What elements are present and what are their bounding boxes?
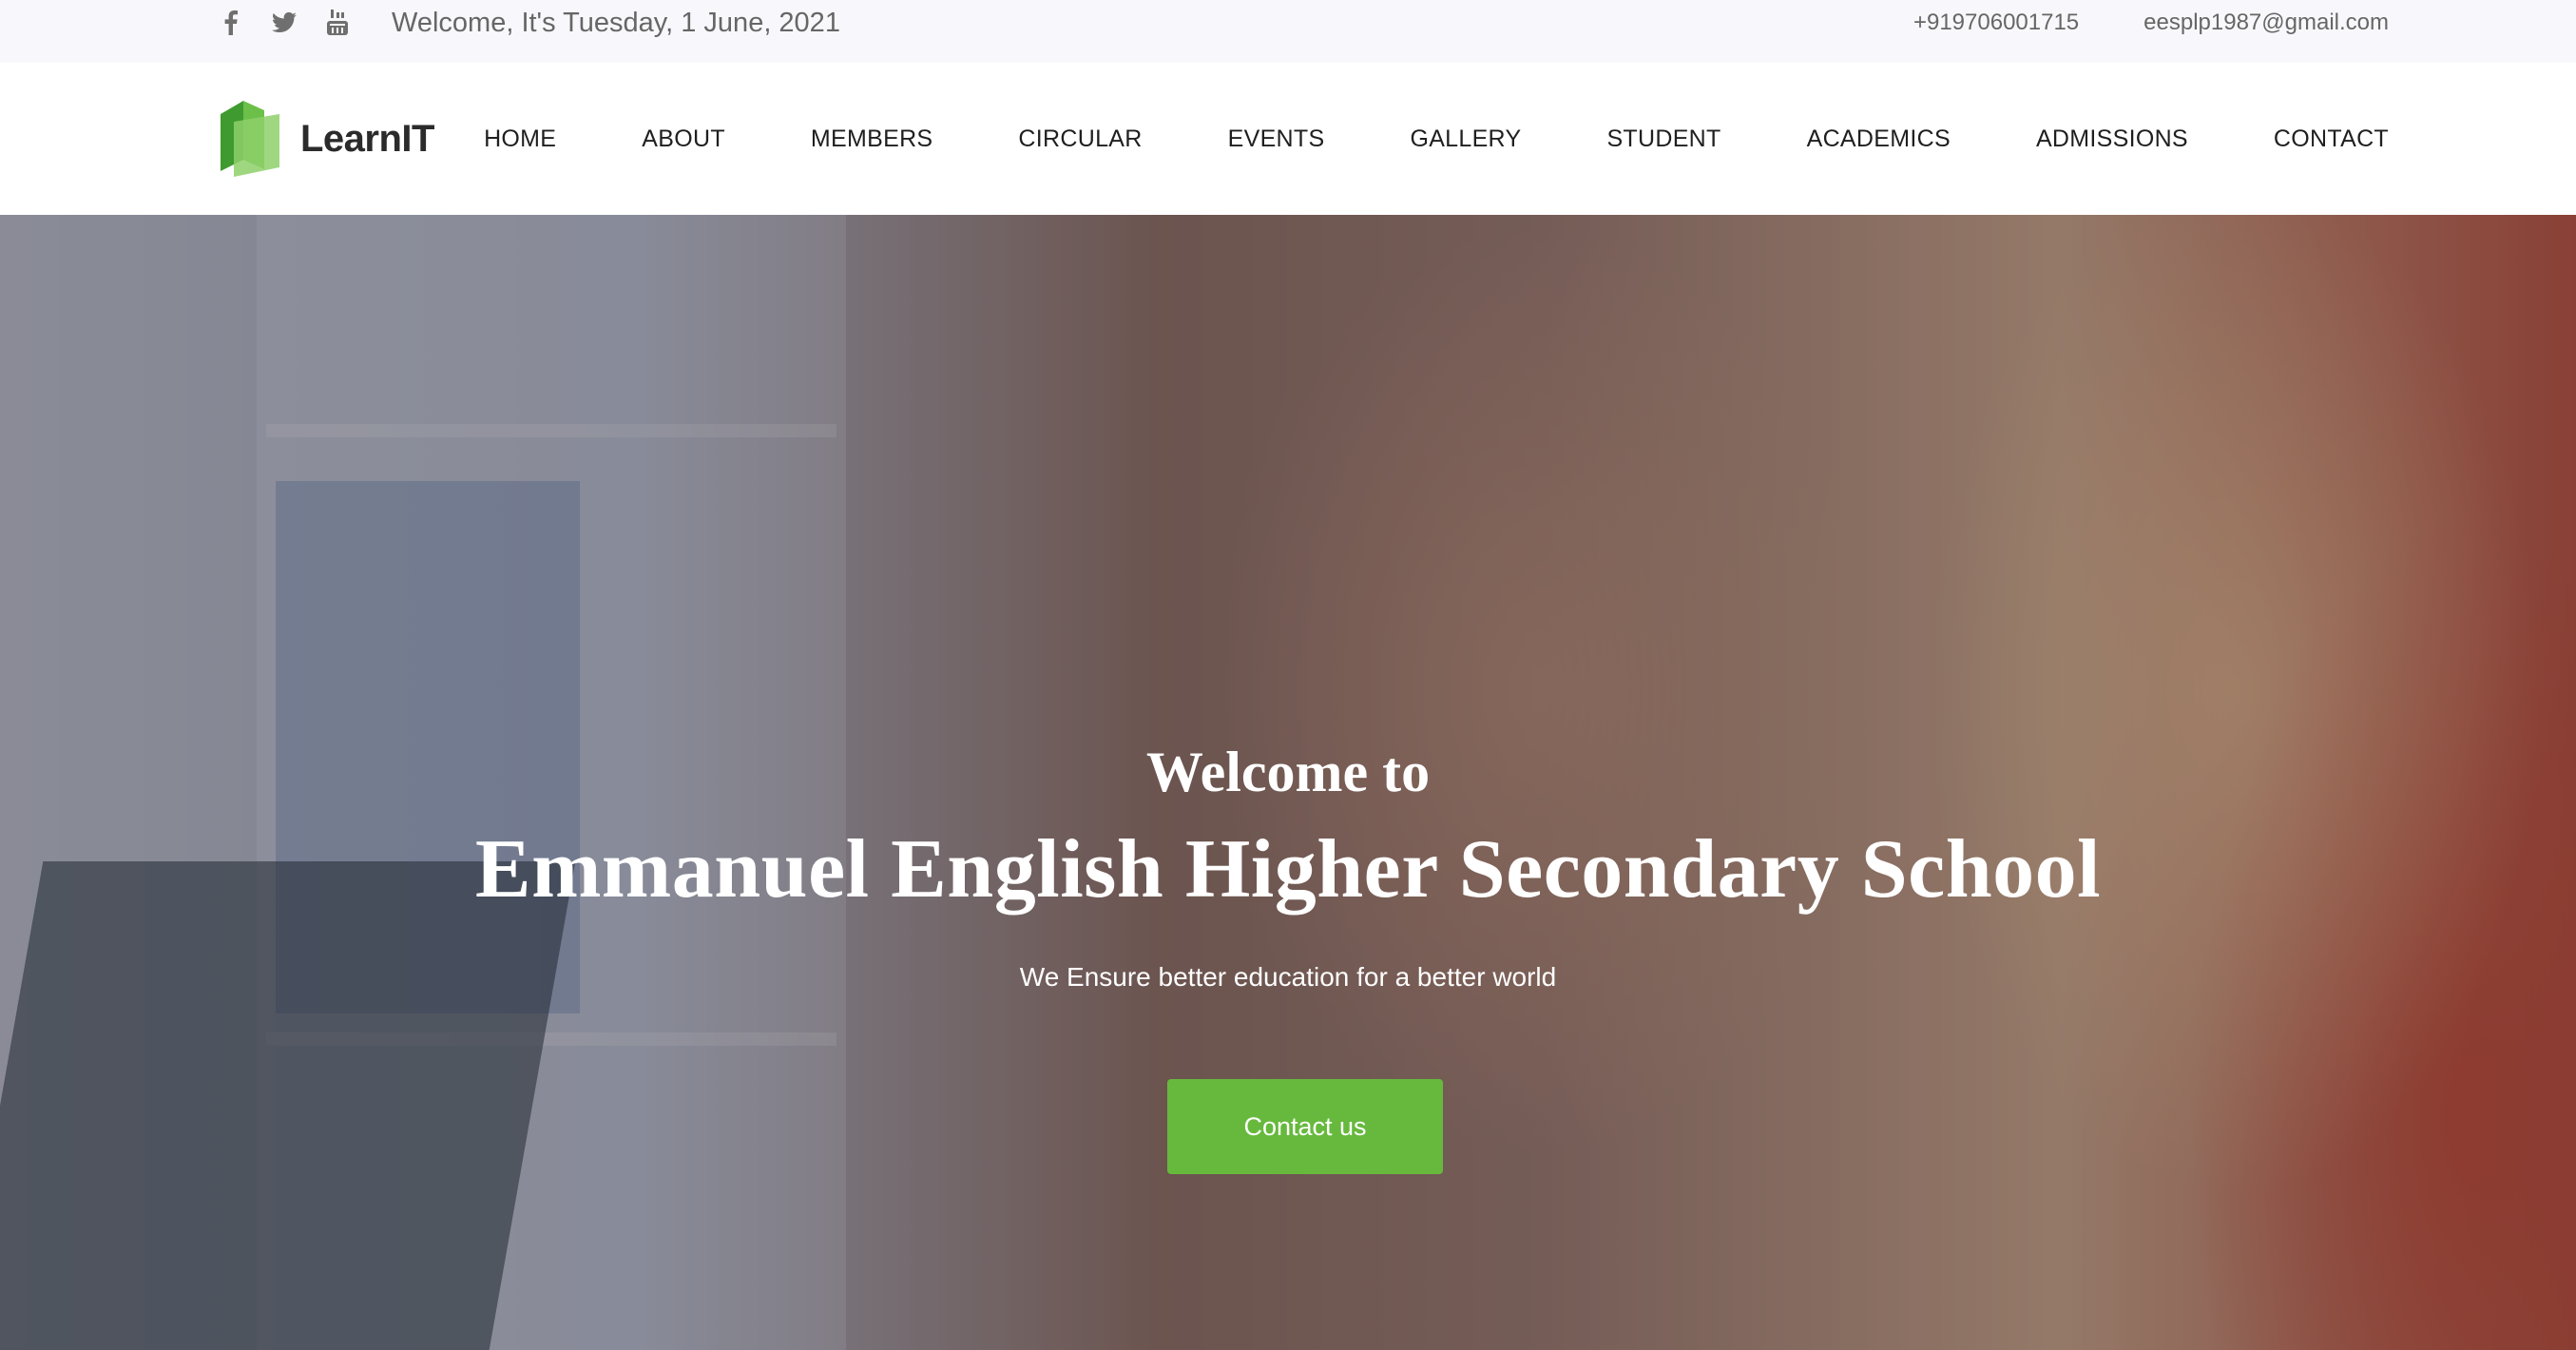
nav-item-circular[interactable]: CIRCULAR [1018,125,1142,153]
welcome-date-text: Welcome, It's Tuesday, 1 June, 2021 [392,8,840,38]
youtube-icon[interactable] [323,9,352,37]
nav-item-about[interactable]: ABOUT [642,125,725,153]
email-address[interactable]: eesplp1987@gmail.com [2143,10,2389,36]
nav-item-contact[interactable]: CONTACT [2274,125,2389,153]
social-links [217,0,352,46]
contact-us-button[interactable]: Contact us [1167,1079,1443,1174]
main-navbar: LearnIT HOME ABOUT MEMBERS CIRCULAR EVEN… [0,63,2576,215]
nav-item-home[interactable]: HOME [484,125,556,153]
brand-name: LearnIT [300,117,434,160]
nav-menu: HOME ABOUT MEMBERS CIRCULAR EVENTS GALLE… [484,63,2389,215]
hero-welcome-text: Welcome to [1145,741,1431,803]
top-bar: Welcome, It's Tuesday, 1 June, 2021 +919… [0,0,2576,63]
logo-icon [221,101,279,177]
nav-item-student[interactable]: STUDENT [1606,125,1721,153]
nav-item-admissions[interactable]: ADMISSIONS [2036,125,2188,153]
nav-item-gallery[interactable]: GALLERY [1410,125,1521,153]
hero-title: Emmanuel English Higher Secondary School [474,823,2102,916]
phone-number[interactable]: +919706001715 [1913,10,2079,36]
nav-item-members[interactable]: MEMBERS [811,125,933,153]
brand-logo[interactable]: LearnIT [221,99,434,179]
hero-subtitle: We Ensure better education for a better … [1019,962,1557,992]
facebook-icon[interactable] [217,9,245,37]
hero-banner: Welcome to Emmanuel English Higher Secon… [0,215,2576,1350]
nav-item-academics[interactable]: ACADEMICS [1807,125,1951,153]
contact-info: +919706001715 eesplp1987@gmail.com [1913,0,2389,46]
twitter-icon[interactable] [270,9,298,37]
nav-item-events[interactable]: EVENTS [1228,125,1325,153]
hero-content: Welcome to Emmanuel English Higher Secon… [0,215,2576,1350]
